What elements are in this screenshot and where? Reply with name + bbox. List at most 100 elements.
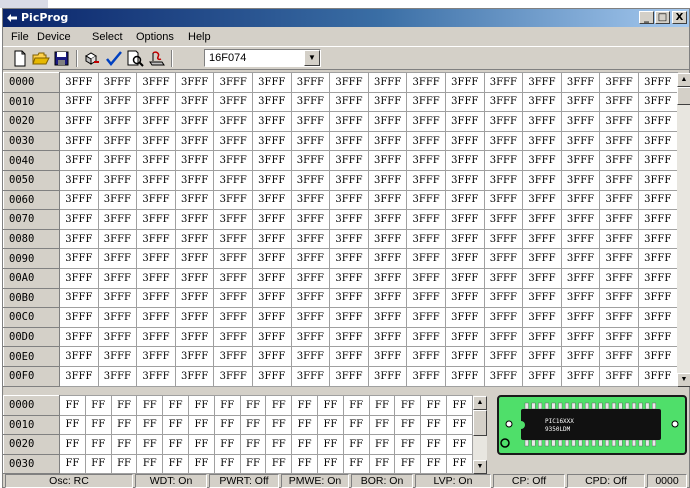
program-memory-cell[interactable]: 3FFF (290, 248, 331, 269)
program-memory-cell[interactable]: 3FFF (251, 111, 292, 132)
program-memory-cell[interactable]: 3FFF (637, 326, 678, 348)
program-memory-cell[interactable]: 3FFF (174, 287, 215, 309)
program-memory-cell[interactable]: 3FFF (174, 130, 215, 152)
eeprom-cell[interactable]: FF (368, 453, 396, 474)
program-memory-cell[interactable]: 3FFF (599, 267, 639, 289)
program-memory-cell[interactable]: 3FFF (406, 228, 446, 250)
program-memory-cell[interactable]: 3FFF (97, 72, 138, 93)
eeprom-cell[interactable]: FF (162, 414, 189, 435)
program-memory-cell[interactable]: 3FFF (213, 307, 253, 328)
program-memory-cell[interactable]: 3FFF (290, 228, 331, 250)
program-memory-cell[interactable]: 3FFF (174, 346, 215, 367)
program-memory-cell[interactable]: 3FFF (483, 228, 524, 250)
program-memory-cell[interactable]: 3FFF (483, 287, 524, 309)
eeprom-cell[interactable]: FF (368, 434, 396, 455)
chevron-down-icon[interactable]: ▼ (304, 50, 320, 66)
program-memory-cell[interactable]: 3FFF (560, 169, 601, 191)
program-memory-cell[interactable]: 3FFF (136, 209, 176, 230)
program-memory-cell[interactable]: 3FFF (213, 150, 253, 171)
program-memory-cell[interactable]: 3FFF (59, 365, 99, 387)
eeprom-cell[interactable]: FF (420, 434, 447, 455)
program-memory-cell[interactable]: 3FFF (522, 346, 562, 367)
program-memory-cell[interactable]: 3FFF (174, 169, 215, 191)
eeprom-cell[interactable]: FF (445, 453, 474, 474)
program-memory-cell[interactable]: 3FFF (174, 189, 215, 211)
eeprom-cell[interactable]: FF (420, 395, 447, 416)
program-memory-cell[interactable]: 3FFF (483, 130, 524, 152)
program-memory-cell[interactable]: 3FFF (444, 130, 485, 152)
eeprom-cell[interactable]: FF (265, 453, 293, 474)
program-memory-cell[interactable]: 3FFF (251, 228, 292, 250)
eeprom-cell[interactable]: FF (110, 434, 138, 455)
program-memory-cell[interactable]: 3FFF (637, 365, 678, 387)
program-memory-cell[interactable]: 3FFF (329, 72, 369, 93)
program-memory-cell[interactable]: 3FFF (406, 169, 446, 191)
program-memory-cell[interactable]: 3FFF (522, 130, 562, 152)
program-memory-cell[interactable]: 3FFF (329, 248, 369, 269)
program-memory-cell[interactable]: 3FFF (444, 169, 485, 191)
program-memory-cell[interactable]: 3FFF (637, 169, 678, 191)
program-memory-cell[interactable]: 3FFF (174, 228, 215, 250)
program-memory-cell[interactable]: 3FFF (59, 326, 99, 348)
eeprom-cell[interactable]: FF (239, 395, 267, 416)
program-memory-cell[interactable]: 3FFF (213, 189, 253, 211)
program-memory-cell[interactable]: 3FFF (290, 189, 331, 211)
program-memory-cell[interactable]: 3FFF (251, 365, 292, 387)
program-memory-cell[interactable]: 3FFF (560, 189, 601, 211)
program-memory-cell[interactable]: 3FFF (290, 365, 331, 387)
program-memory-cell[interactable]: 3FFF (483, 72, 524, 93)
eeprom-cell[interactable]: FF (368, 414, 396, 435)
eeprom-cell[interactable]: FF (213, 434, 241, 455)
program-memory-cell[interactable]: 3FFF (136, 111, 176, 132)
scroll-up-icon[interactable]: ▲ (473, 396, 487, 410)
program-memory-cell[interactable]: 3FFF (367, 307, 408, 328)
program-memory-cell[interactable]: 3FFF (329, 346, 369, 367)
program-memory-cell[interactable]: 3FFF (136, 228, 176, 250)
eeprom-cell[interactable]: FF (84, 395, 112, 416)
program-memory-cell[interactable]: 3FFF (329, 209, 369, 230)
program-memory-cell[interactable]: 3FFF (290, 267, 331, 289)
program-memory-cell[interactable]: 3FFF (174, 150, 215, 171)
eeprom-cell[interactable]: FF (239, 434, 267, 455)
program-memory-cell[interactable]: 3FFF (560, 307, 601, 328)
program-memory-cell[interactable]: 3FFF (174, 365, 215, 387)
program-memory-cell[interactable]: 3FFF (136, 248, 176, 269)
program-memory-cell[interactable]: 3FFF (290, 346, 331, 367)
program-memory-cell[interactable]: 3FFF (290, 111, 331, 132)
program-memory-cell[interactable]: 3FFF (522, 307, 562, 328)
open-folder-icon[interactable] (32, 50, 50, 67)
program-memory-cell[interactable]: 3FFF (136, 307, 176, 328)
program-memory-cell[interactable]: 3FFF (637, 307, 678, 328)
program-memory-cell[interactable]: 3FFF (251, 169, 292, 191)
program-memory-cell[interactable]: 3FFF (97, 248, 138, 269)
eeprom-cell[interactable]: FF (136, 453, 164, 474)
device-select[interactable]: 16F074 ▼ (204, 49, 321, 67)
program-memory-cell[interactable]: 3FFF (97, 267, 138, 289)
program-memory-cell[interactable]: 3FFF (367, 169, 408, 191)
eeprom-cell[interactable]: FF (394, 453, 422, 474)
program-memory-cell[interactable]: 3FFF (329, 326, 369, 348)
program-memory-cell[interactable]: 3FFF (97, 326, 138, 348)
program-memory-cell[interactable]: 3FFF (367, 209, 408, 230)
program-memory-cell[interactable]: 3FFF (290, 150, 331, 171)
program-memory-cell[interactable]: 3FFF (59, 91, 99, 113)
eeprom-cell[interactable]: FF (342, 395, 370, 416)
eeprom-cell[interactable]: FF (394, 434, 422, 455)
program-memory-cell[interactable]: 3FFF (59, 169, 99, 191)
eeprom-cell[interactable]: FF (110, 453, 138, 474)
program-memory-cell[interactable]: 3FFF (522, 72, 562, 93)
program-memory-cell[interactable]: 3FFF (444, 346, 485, 367)
program-memory-cell[interactable]: 3FFF (637, 209, 678, 230)
program-memory-cell[interactable]: 3FFF (444, 150, 485, 171)
program-memory-cell[interactable]: 3FFF (406, 130, 446, 152)
program-memory-cell[interactable]: 3FFF (136, 287, 176, 309)
program-memory-cell[interactable]: 3FFF (97, 150, 138, 171)
program-memory-cell[interactable]: 3FFF (251, 307, 292, 328)
program-memory-cell[interactable]: 3FFF (136, 267, 176, 289)
program-memory-cell[interactable]: 3FFF (560, 209, 601, 230)
program-memory-cell[interactable]: 3FFF (483, 91, 524, 113)
program-memory-cell[interactable]: 3FFF (290, 91, 331, 113)
program-memory-cell[interactable]: 3FFF (483, 346, 524, 367)
program-memory-cell[interactable]: 3FFF (251, 287, 292, 309)
program-memory-cell[interactable]: 3FFF (637, 287, 678, 309)
